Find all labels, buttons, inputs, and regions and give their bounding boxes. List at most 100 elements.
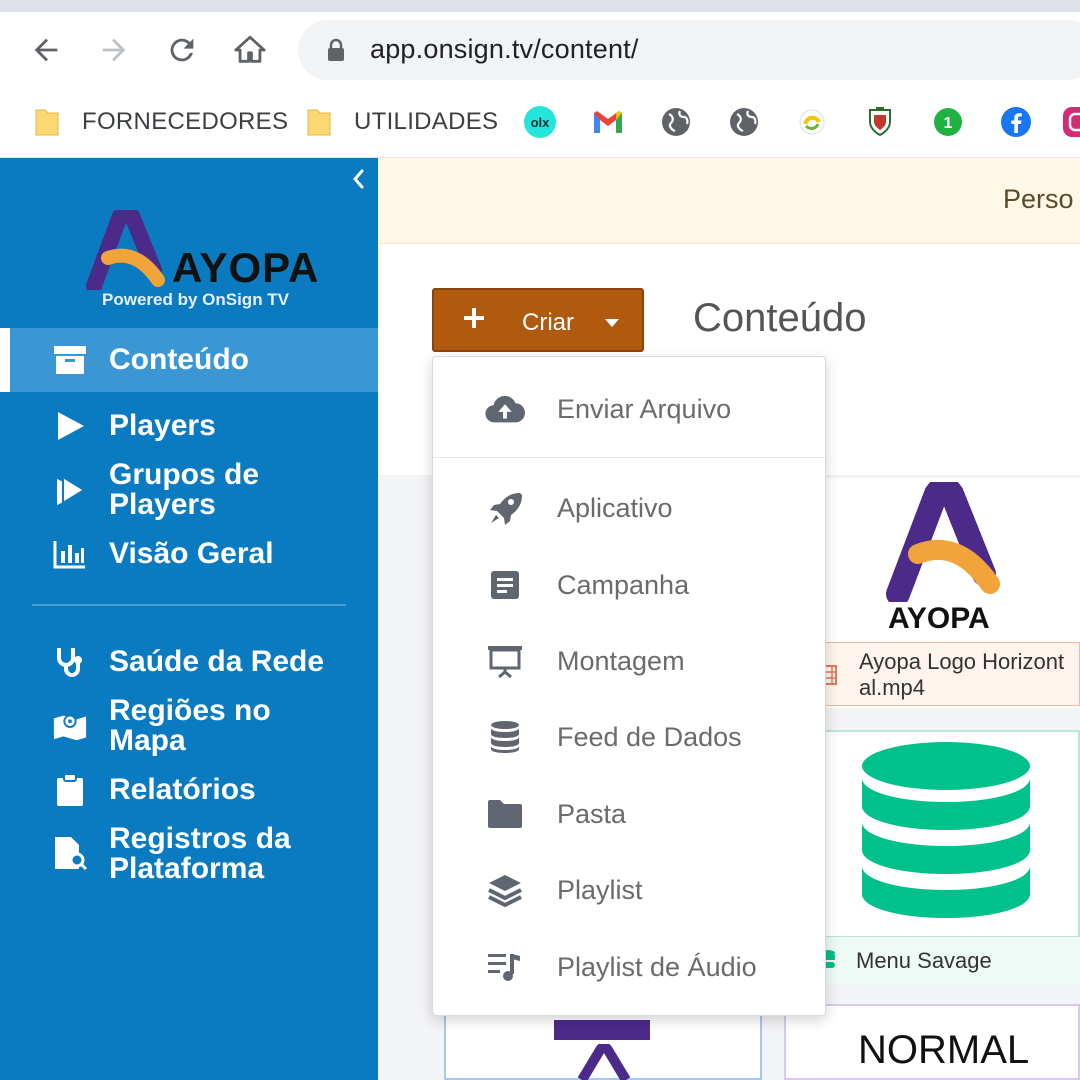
- notice-banner: Perso: [378, 158, 1080, 244]
- audio-playlist-icon: [485, 949, 525, 985]
- create-button[interactable]: Criar: [432, 288, 644, 352]
- menu-item-label: Playlist de Áudio: [557, 952, 757, 982]
- globe-icon[interactable]: [658, 104, 694, 140]
- sidebar-item-saude-da-rede[interactable]: Saúde da Rede: [0, 640, 378, 684]
- folder-icon: [485, 796, 525, 832]
- sidebar-item-label: Conteúdo: [109, 343, 249, 376]
- archive-icon: [52, 342, 88, 378]
- bookmark-label: UTILIDADES: [354, 108, 499, 135]
- sidebar-item-regioes-no-mapa[interactable]: Regiões no Mapa: [0, 694, 378, 758]
- ayopa-logo-mark-icon: [86, 210, 165, 290]
- cloud-upload-icon: [485, 391, 525, 427]
- globe-icon[interactable]: [726, 104, 762, 140]
- forward-icon[interactable]: [96, 32, 132, 68]
- stethoscope-icon: [52, 644, 88, 680]
- url-text: app.onsign.tv/content/: [370, 34, 639, 64]
- crest-icon[interactable]: [862, 104, 898, 140]
- reload-icon[interactable]: [164, 32, 200, 68]
- sidebar-item-label: Players: [109, 409, 216, 442]
- card-caption-bar: Menu Savage: [786, 936, 1080, 984]
- menu-item-aplicativo[interactable]: Aplicativo: [433, 478, 825, 538]
- olx-icon[interactable]: olx: [522, 104, 558, 140]
- menu-item-label: Playlist: [557, 875, 643, 905]
- menu-item-label: Enviar Arquivo: [557, 394, 732, 424]
- menu-item-playlist-de-audio[interactable]: Playlist de Áudio: [433, 937, 825, 997]
- sidebar-item-grupos-de-players[interactable]: Grupos de Players: [0, 458, 378, 522]
- instagram-icon[interactable]: [1060, 104, 1080, 140]
- menu-item-montagem[interactable]: Montagem: [433, 631, 825, 691]
- folder-icon: [35, 109, 59, 136]
- bookmark-label: FORNECEDORES: [82, 108, 289, 135]
- card-caption-bar: Ayopa Logo Horizont al.mp4: [784, 642, 1080, 706]
- sidebar-item-label: Grupos de Players: [109, 458, 260, 521]
- bookmark-utilidades[interactable]: UTILIDADES: [306, 104, 498, 140]
- logo-tagline: Powered by OnSign TV: [102, 290, 290, 309]
- menu-item-feed-de-dados[interactable]: Feed de Dados: [433, 707, 825, 767]
- card-thumbnail: [554, 1020, 650, 1040]
- menu-item-label: Feed de Dados: [557, 722, 742, 752]
- presentation-icon: [485, 643, 525, 679]
- database-icon: [862, 742, 1030, 918]
- card-text: NORMAL: [858, 1028, 1030, 1072]
- menu-item-playlist[interactable]: Playlist: [433, 860, 825, 920]
- bookmark-fornecedores[interactable]: FORNECEDORES: [34, 104, 288, 140]
- content-card[interactable]: Menu Savage: [784, 730, 1080, 984]
- home-icon[interactable]: [232, 32, 268, 68]
- content-card[interactable]: NORMAL: [784, 1004, 1080, 1080]
- create-dropdown-menu: Enviar Arquivo Aplicativo Campanha Monta…: [432, 356, 826, 1016]
- bookmarks-bar: FORNECEDORES UTILIDADES olx 1: [0, 88, 1080, 158]
- card-caption: Ayopa Logo Horizont al.mp4: [859, 649, 1065, 700]
- svg-text:olx: olx: [531, 115, 551, 130]
- chevron-left-icon[interactable]: [344, 164, 374, 194]
- plus-icon: [464, 308, 484, 328]
- page-title: Conteúdo: [693, 296, 867, 340]
- sidebar-item-label: Registros da Plataforma: [109, 822, 291, 885]
- card-logo-text: AYOPA: [888, 602, 990, 635]
- menu-item-label: Pasta: [557, 799, 627, 829]
- sidebar: AYOPA Powered by OnSign TV Conteúdo Play…: [0, 158, 378, 1080]
- bar-chart-icon: [52, 536, 88, 572]
- sidebar-divider: [32, 604, 346, 606]
- whatsapp-icon[interactable]: 1: [930, 104, 966, 140]
- browser-toolbar: app.onsign.tv/content/: [0, 12, 1080, 88]
- svg-text:1: 1: [944, 115, 953, 132]
- menu-item-pasta[interactable]: Pasta: [433, 784, 825, 844]
- sidebar-item-players[interactable]: Players: [0, 404, 378, 448]
- banner-text: Perso: [1003, 184, 1074, 214]
- gmail-icon[interactable]: [590, 104, 626, 140]
- facebook-icon[interactable]: [998, 104, 1034, 140]
- ayopa-logo[interactable]: AYOPA Powered by OnSign TV: [84, 206, 344, 316]
- document-icon: [485, 567, 525, 603]
- back-icon[interactable]: [28, 32, 64, 68]
- sidebar-item-visao-geral[interactable]: Visão Geral: [0, 532, 378, 576]
- content-card[interactable]: AYOPA Ayopa Logo Horizont al.mp4: [784, 478, 1080, 708]
- logo-wordmark: AYOPA: [172, 244, 320, 291]
- sidebar-item-relatorios[interactable]: Relatórios: [0, 768, 378, 812]
- caret-down-icon: [605, 319, 619, 327]
- menu-item-label: Montagem: [557, 646, 685, 676]
- sidebar-item-registros-da-plataforma[interactable]: Registros da Plataforma: [0, 822, 378, 886]
- sidebar-item-label: Relatórios: [109, 773, 256, 806]
- browser-tabstrip: [0, 0, 1080, 12]
- ayopa-logo-mark-icon: [886, 482, 1000, 602]
- play-group-icon: [52, 472, 88, 508]
- layers-icon: [485, 872, 525, 908]
- menu-item-enviar-arquivo[interactable]: Enviar Arquivo: [433, 379, 825, 439]
- file-search-icon: [52, 836, 88, 872]
- content-card[interactable]: [444, 1012, 762, 1080]
- menu-divider: [433, 457, 825, 458]
- lock-icon: [326, 38, 346, 67]
- menu-item-campanha[interactable]: Campanha: [433, 555, 825, 615]
- address-bar[interactable]: app.onsign.tv/content/: [298, 20, 1080, 80]
- card-caption: Menu Savage: [856, 948, 992, 973]
- play-icon: [52, 408, 88, 444]
- create-button-label: Criar: [522, 309, 574, 336]
- database-icon: [485, 719, 525, 755]
- menu-item-label: Aplicativo: [557, 493, 673, 523]
- menu-item-label: Campanha: [557, 570, 690, 600]
- sidebar-item-label: Regiões no Mapa: [109, 694, 271, 757]
- sicredi-icon[interactable]: [794, 104, 830, 140]
- folder-icon: [307, 109, 331, 136]
- sidebar-item-conteudo[interactable]: Conteúdo: [0, 328, 378, 392]
- map-icon: [52, 708, 88, 744]
